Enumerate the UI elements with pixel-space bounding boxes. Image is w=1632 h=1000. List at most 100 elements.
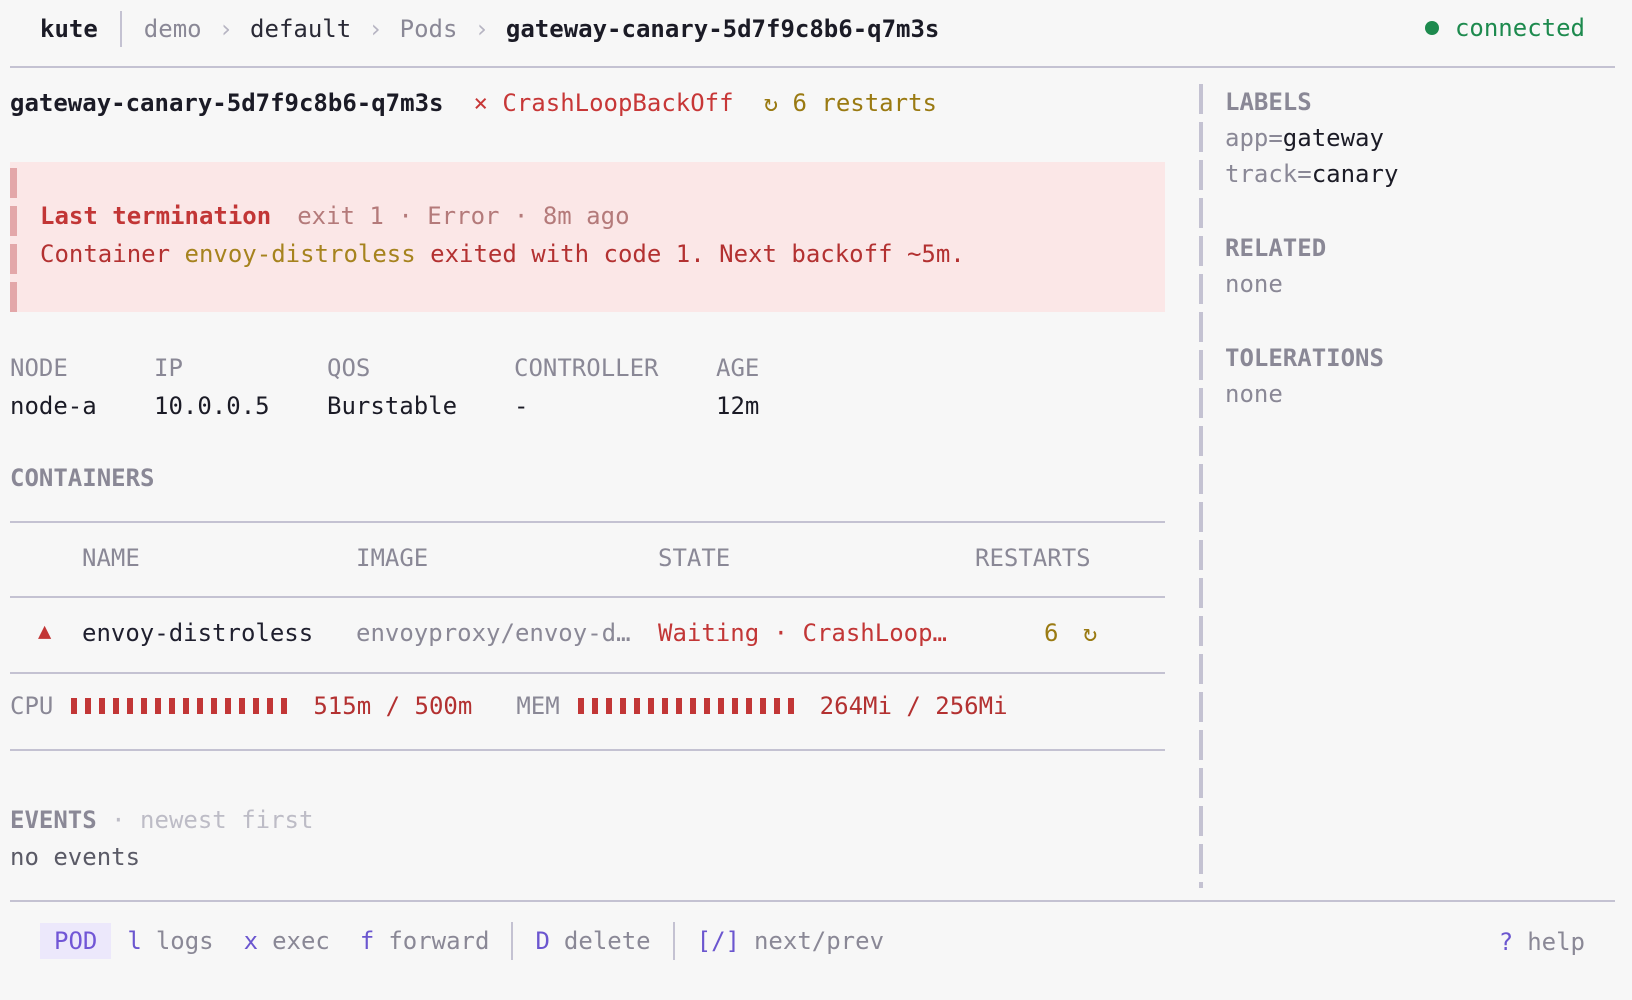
meta-key: QOS <box>327 354 371 382</box>
shortcut-delete[interactable]: Ddelete <box>535 927 650 955</box>
restart-count: 6 <box>1044 619 1059 647</box>
mem-label: MEM <box>516 692 560 720</box>
events-subtitle: · newest first <box>96 806 314 834</box>
meta-age: AGE 12m <box>716 354 759 420</box>
gauge-segment <box>787 698 794 714</box>
gauge-segment <box>647 698 654 714</box>
divider <box>10 521 1165 523</box>
divider <box>10 596 1165 598</box>
gauge-segment <box>183 698 190 714</box>
meta-key: CONTROLLER <box>514 354 659 382</box>
pod-restarts-label: 6 restarts <box>792 89 937 117</box>
shortcut-exec[interactable]: x exec <box>244 927 330 955</box>
alert-title: Last termination <box>40 202 272 230</box>
col-restarts[interactable]: RESTARTS <box>975 544 1091 572</box>
divider <box>10 672 1165 674</box>
label-item: track=canary <box>1225 160 1398 188</box>
container-restarts: 6 ↻ <box>1044 619 1097 647</box>
meta-value: 10.0.0.5 <box>154 392 270 420</box>
label-value: gateway <box>1282 124 1384 152</box>
breadcrumb-context[interactable]: demo <box>144 15 202 43</box>
shortcut-action: logs <box>155 927 214 955</box>
col-name[interactable]: NAME <box>82 544 140 572</box>
table-row[interactable]: ▲ envoy-distroless envoyproxy/envoy-d… W… <box>10 619 1165 649</box>
related-title: RELATED <box>1225 234 1327 262</box>
labels-title: LABELS <box>1225 88 1312 116</box>
shortcut-key: x <box>243 927 259 955</box>
footer-divider <box>672 922 675 960</box>
col-image[interactable]: IMAGE <box>356 544 428 572</box>
chevron-right-icon: › <box>368 15 383 43</box>
mem-value: 264Mi / 256Mi <box>819 692 1008 720</box>
events-header: EVENTS · newest first <box>10 806 313 834</box>
tolerations-title: TOLERATIONS <box>1225 344 1384 372</box>
meta-key: IP <box>154 354 183 382</box>
warning-icon: ▲ <box>38 619 52 644</box>
gauge-segment <box>717 698 724 714</box>
gauge-segment <box>71 698 78 714</box>
pod-name: gateway-canary-5d7f9c8b6-q7m3s <box>10 89 444 117</box>
breadcrumb-kind[interactable]: Pods <box>400 15 458 43</box>
shortcut-forward[interactable]: f forward <box>360 927 490 955</box>
pod-status: × CrashLoopBackOff <box>473 89 733 117</box>
meta-controller: CONTROLLER - <box>514 354 659 420</box>
container-name: envoy-distroless <box>82 619 314 647</box>
related-value: none <box>1225 270 1283 298</box>
gauge-segment <box>211 698 218 714</box>
connection-label: connected <box>1454 14 1585 42</box>
gauge-segment <box>605 698 612 714</box>
gauge-segment <box>253 698 260 714</box>
alert-container-name: envoy-distroless <box>184 240 416 268</box>
gauge-segment <box>759 698 766 714</box>
breadcrumb-namespace[interactable]: default <box>250 15 351 43</box>
pod-restarts: ↻ 6 restarts <box>764 89 937 117</box>
label-item: app=gateway <box>1225 124 1384 152</box>
status-dot-icon <box>1424 21 1439 35</box>
sidebar-divider <box>1199 84 1203 888</box>
header-divider <box>119 11 122 47</box>
events-title: EVENTS <box>10 806 97 834</box>
shortcut-key: f <box>359 927 375 955</box>
label-key: app= <box>1225 124 1283 152</box>
shortcut-action: next/prev <box>753 927 885 955</box>
shortcut-next-prev[interactable]: [/] next/prev <box>697 927 884 955</box>
meta-key: NODE <box>10 354 68 382</box>
gauge-segment <box>577 698 584 714</box>
alert-accent-bar <box>10 168 18 320</box>
error-x-icon: × <box>473 89 488 117</box>
label-value: canary <box>1311 160 1399 188</box>
meta-node: NODE node-a <box>10 354 97 420</box>
col-state[interactable]: STATE <box>658 544 730 572</box>
connection-status: connected <box>1424 14 1585 42</box>
alert-msg-suffix: exited with code 1. Next backoff ~5m. <box>415 240 965 268</box>
shortcut-help[interactable]: ? help <box>1499 928 1585 956</box>
gauge-segment <box>745 698 752 714</box>
gauge-segment <box>127 698 134 714</box>
meta-value: - <box>514 392 529 420</box>
label-key: track= <box>1225 160 1312 188</box>
tolerations-value: none <box>1225 380 1283 408</box>
gauge-segment <box>141 698 148 714</box>
container-image: envoyproxy/envoy-d… <box>356 619 631 647</box>
gauge-segment <box>225 698 232 714</box>
gauge-segment <box>633 698 640 714</box>
gauge-segment <box>155 698 162 714</box>
meta-value: Burstable <box>327 392 458 420</box>
gauge-segment <box>113 698 120 714</box>
shortcut-logs[interactable]: l logs <box>127 927 213 955</box>
alert-message: Container envoy-distroless exited with c… <box>40 240 965 268</box>
gauge-segment <box>85 698 92 714</box>
key-hints-bar: POD l logs x exec f forward Ddelete [/] next… <box>10 900 1615 1000</box>
cpu-value: 515m / 500m <box>313 692 473 720</box>
resource-usage: CPU 515m / 500m MEM 264Mi / 256Mi <box>10 691 1008 721</box>
meta-value: 12m <box>716 392 760 420</box>
gauge-segment <box>281 698 288 714</box>
alert-header: Last termination exit 1 · Error · 8m ago <box>40 202 630 230</box>
gauge-segment <box>731 698 738 714</box>
kute-pod-detail-screen: kute demo › default › Pods › gateway-can… <box>0 0 1632 1000</box>
events-empty: no events <box>10 843 141 871</box>
gauge-segment <box>773 698 780 714</box>
top-bar: kute demo › default › Pods › gateway-can… <box>10 0 1615 68</box>
containers-table-header: NAME IMAGE STATE RESTARTS <box>10 544 1165 574</box>
gauge-segment <box>99 698 106 714</box>
